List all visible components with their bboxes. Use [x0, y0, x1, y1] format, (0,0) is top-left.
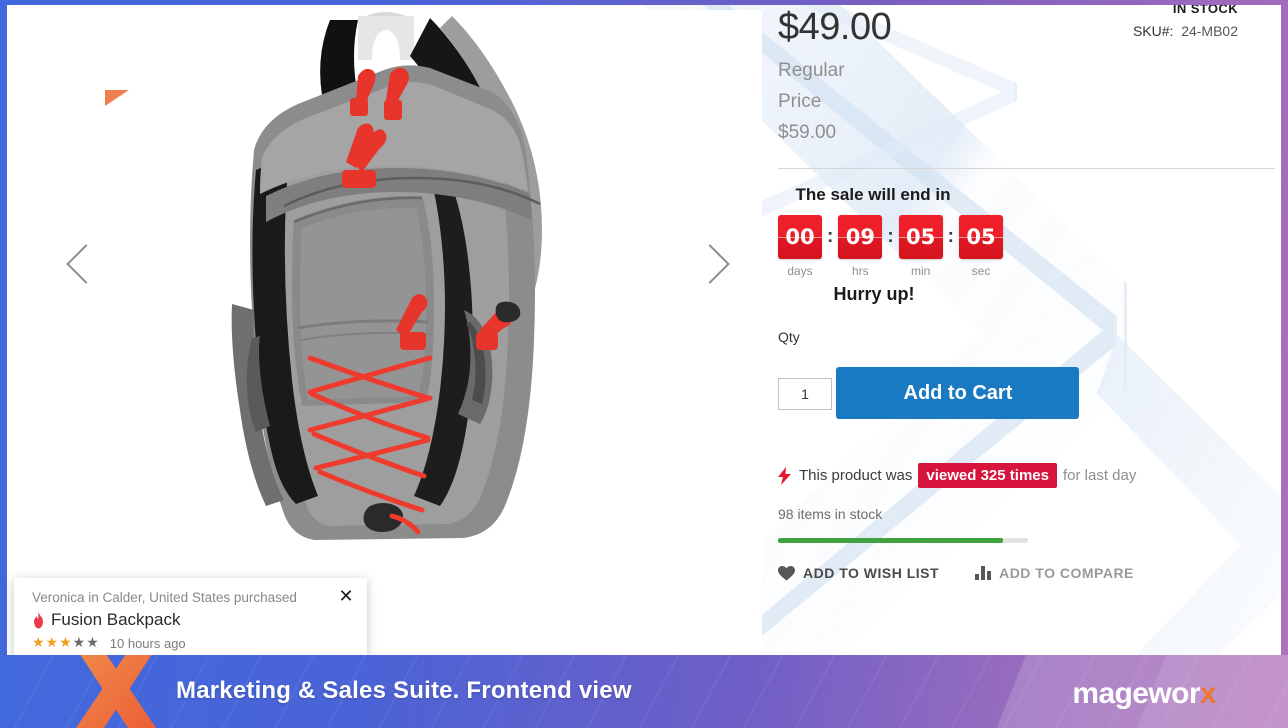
- add-to-wishlist-link[interactable]: ADD TO WISH LIST: [778, 565, 939, 581]
- purchase-notification-pointer: [105, 90, 129, 106]
- add-to-compare-link[interactable]: ADD TO COMPARE: [975, 565, 1134, 581]
- add-to-cart-button[interactable]: Add to Cart: [836, 367, 1080, 419]
- countdown-separator-3: :: [947, 226, 954, 247]
- countdown-title: The sale will end in: [795, 185, 951, 204]
- regular-price-label-line2: Price: [778, 91, 822, 112]
- add-to-compare-label: ADD TO COMPARE: [999, 565, 1134, 581]
- add-to-wishlist-label: ADD TO WISH LIST: [803, 565, 940, 581]
- bar-chart-icon: [975, 566, 992, 580]
- product-image-backpack[interactable]: [134, 10, 654, 570]
- countdown-unit-hrs: 09 hrs: [838, 215, 883, 278]
- close-icon[interactable]: ✕: [337, 588, 355, 606]
- countdown-days-value: 00: [778, 215, 822, 259]
- regular-price-value: $59.00: [778, 122, 837, 143]
- stock-progress-bar: [778, 538, 1028, 543]
- countdown-unit-sec: 05 sec: [958, 215, 1003, 278]
- mageworx-logo: mageworx: [1072, 677, 1217, 710]
- product-gallery: [14, 10, 762, 655]
- gallery-next-arrow-icon[interactable]: [686, 242, 730, 286]
- stock-and-sku: IN STOCK SKU#: 24-MB02: [978, 5, 1238, 39]
- purchase-notification-popup[interactable]: ✕ Veronica in Calder, United States purc…: [14, 578, 367, 655]
- regular-price-label-line1: Regular: [778, 60, 845, 81]
- gallery-prev-arrow-icon[interactable]: [62, 242, 106, 286]
- stock-status: IN STOCK: [1172, 5, 1238, 16]
- hurry-up-text: Hurry up!: [833, 284, 915, 304]
- purchase-notification-time: 10 hours ago: [109, 635, 186, 651]
- page-frame: IN STOCK SKU#: 24-MB02 $49.00 Regular Pr…: [0, 0, 1288, 728]
- product-info-panel: IN STOCK SKU#: 24-MB02 $49.00 Regular Pr…: [778, 5, 1275, 581]
- star-rating: ★★★★★: [32, 635, 100, 651]
- sku-line: SKU#: 24-MB02: [978, 23, 1238, 39]
- countdown-hrs-value: 09: [838, 215, 883, 259]
- items-in-stock-text: 98 items in stock: [778, 506, 883, 522]
- x-mark-logo-icon: [76, 648, 156, 728]
- heart-icon: [778, 565, 795, 581]
- countdown-unit-days: 00 days: [778, 215, 822, 278]
- sku-value: 24-MB02: [1181, 23, 1238, 39]
- qty-label: Qty: [778, 329, 800, 345]
- sku-label: SKU#:: [1132, 23, 1174, 39]
- countdown-min-value: 05: [898, 215, 943, 259]
- viewed-prefix: This product was: [799, 467, 913, 484]
- flame-icon: [32, 611, 45, 629]
- countdown-sec-value: 05: [958, 215, 1003, 259]
- countdown-separator-1: :: [827, 226, 834, 247]
- countdown-timer: 00 days : 09 hrs : 05 min : 05 sec: [778, 215, 1003, 278]
- purchase-notification-who: Veronica in Calder, United States purcha…: [32, 590, 297, 605]
- purchase-notification-meta: ★★★★★ 10 hours ago: [32, 635, 353, 651]
- bottom-banner: Marketing & Sales Suite. Frontend view m…: [0, 655, 1288, 728]
- countdown-days-label: days: [787, 264, 813, 278]
- lightning-bolt-icon: [778, 466, 792, 485]
- purchase-notification-product-row: Fusion Backpack: [32, 610, 353, 630]
- banner-title: Marketing & Sales Suite. Frontend view: [176, 677, 632, 704]
- viewed-suffix: for last day: [1062, 467, 1137, 484]
- viewed-count-badge: viewed 325 times: [918, 463, 1057, 488]
- countdown-min-label: min: [910, 264, 931, 278]
- divider: [778, 168, 1275, 169]
- viewed-counter: This product was viewed 325 times for la…: [778, 463, 1178, 488]
- qty-input[interactable]: [778, 377, 832, 410]
- stock-progress-fill: [778, 538, 1003, 543]
- sale-countdown: The sale will end in 00 days : 09 hrs : …: [778, 185, 1003, 305]
- mageworx-logo-accent: x: [1199, 677, 1217, 710]
- countdown-separator-2: :: [887, 226, 894, 247]
- content-stage: IN STOCK SKU#: 24-MB02 $49.00 Regular Pr…: [7, 5, 1281, 655]
- countdown-sec-label: sec: [971, 264, 991, 278]
- countdown-hrs-label: hrs: [851, 264, 869, 278]
- countdown-unit-min: 05 min: [898, 215, 943, 278]
- product-actions: ADD TO WISH LIST ADD TO COMPARE: [778, 565, 1178, 581]
- purchase-notification-product[interactable]: Fusion Backpack: [51, 610, 180, 630]
- regular-price-block: Regular Price $59.00: [778, 55, 868, 148]
